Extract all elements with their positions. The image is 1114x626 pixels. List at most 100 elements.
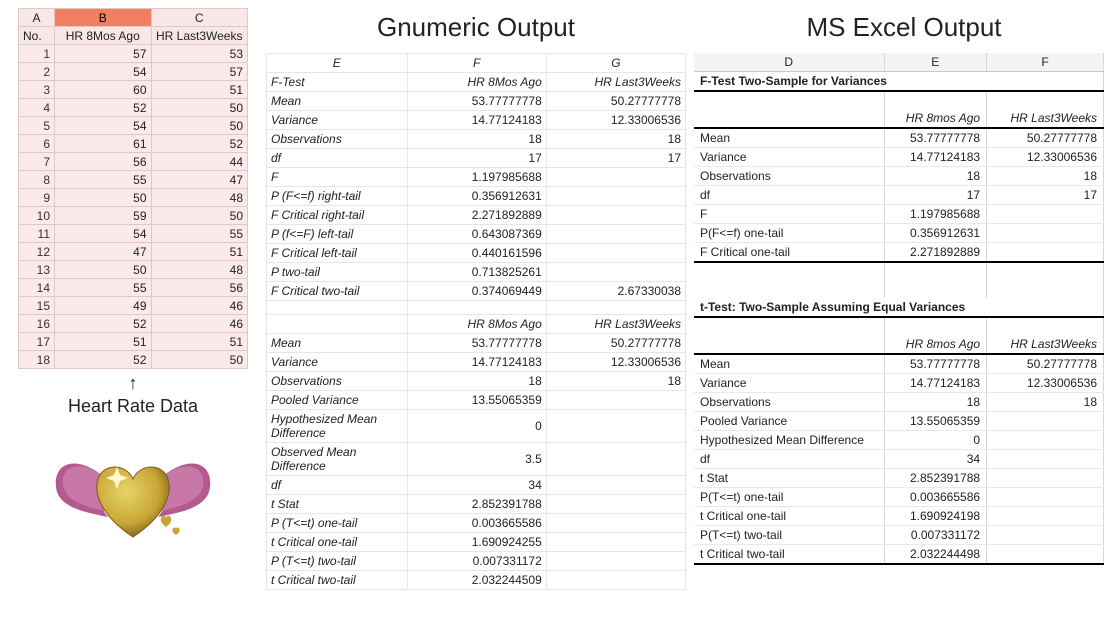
table-row: Variance14.7712418312.33006536 — [267, 353, 686, 372]
stat-value-2 — [987, 469, 1104, 488]
stat-value-1: 2.271892889 — [884, 243, 987, 263]
stat-value-1: 2.852391788 — [407, 495, 546, 514]
stat-value-2 — [987, 431, 1104, 450]
table-row: Pooled Variance13.55065359 — [694, 412, 1104, 431]
heart-with-wings-icon — [48, 427, 218, 550]
table-row: df34 — [694, 450, 1104, 469]
cell-hrlast3w: 48 — [151, 189, 248, 207]
table-row: Variance14.7712418312.33006536 — [267, 111, 686, 130]
cell-hr8mos: 61 — [55, 135, 152, 153]
table-row: 66152 — [19, 135, 248, 153]
cell-hrlast3w: 48 — [151, 261, 248, 279]
stat-value-1: 0.356912631 — [884, 224, 987, 243]
hdr-hr8mos: HR 8Mos Ago — [55, 27, 152, 45]
table-row: P(F<=f) one-tail0.356912631 — [694, 224, 1104, 243]
cell-hrlast3w: 50 — [151, 99, 248, 117]
cell-hr8mos: 57 — [55, 45, 152, 63]
stat-value-1: 0.713825261 — [407, 263, 546, 282]
table-row: t Critical one-tail1.690924255 — [267, 533, 686, 552]
cell-no: 4 — [19, 99, 55, 117]
cell-no: 15 — [19, 297, 55, 315]
stat-value-2: 50.27777778 — [987, 354, 1104, 374]
stat-value-2 — [987, 243, 1104, 263]
stat-value-2 — [546, 571, 685, 590]
cell-hr8mos: 54 — [55, 117, 152, 135]
stat-value-1: 1.197985688 — [407, 168, 546, 187]
table-row: 36051 — [19, 81, 248, 99]
stat-label: F Critical one-tail — [694, 243, 884, 263]
cell-no: 17 — [19, 333, 55, 351]
hdr-hrlast3w: HR Last3Weeks — [151, 27, 248, 45]
table-row: Observed Mean Difference3.5 — [267, 443, 686, 476]
col-letter-C: C — [151, 9, 248, 27]
stat-label: F Critical two-tail — [267, 282, 408, 301]
stat-label: Observations — [267, 372, 408, 391]
xl-col-letters: D E F — [694, 53, 1104, 72]
table-row: t Critical two-tail2.032244498 — [694, 545, 1104, 565]
table-row: Observations1818 — [694, 393, 1104, 412]
table-row: Hypothesized Mean Difference0 — [267, 410, 686, 443]
stat-value-2 — [546, 533, 685, 552]
table-row: Variance14.7712418312.33006536 — [694, 374, 1104, 393]
stat-label: Variance — [267, 353, 408, 372]
stat-label: Hypothesized Mean Difference — [267, 410, 408, 443]
table-row: 135048 — [19, 261, 248, 279]
cell-hr8mos: 50 — [55, 261, 152, 279]
stat-value-2: 17 — [987, 186, 1104, 205]
stat-value-1: 18 — [407, 372, 546, 391]
xl-ttest-title: t-Test: Two-Sample Assuming Equal Varian… — [694, 298, 1104, 317]
table-row: P (f<=F) left-tail0.643087369 — [267, 225, 686, 244]
table-row: t Stat2.852391788 — [694, 469, 1104, 488]
stat-value-2 — [546, 410, 685, 443]
stat-value-1: 18 — [884, 393, 987, 412]
cell-hr8mos: 56 — [55, 153, 152, 171]
cell-no: 7 — [19, 153, 55, 171]
stat-value-1: 0.356912631 — [407, 187, 546, 206]
table-row: Mean53.7777777850.27777778 — [267, 334, 686, 353]
stat-value-1: 17 — [884, 186, 987, 205]
stat-value-2: 12.33006536 — [987, 374, 1104, 393]
gnu-ttest-header: HR 8Mos Ago HR Last3Weeks — [267, 315, 686, 334]
gnu-ftest-header: F-Test HR 8Mos Ago HR Last3Weeks — [267, 73, 686, 92]
stat-value-2 — [546, 244, 685, 263]
cell-hrlast3w: 55 — [151, 225, 248, 243]
cell-hrlast3w: 51 — [151, 81, 248, 99]
stat-value-2: 50.27777778 — [546, 334, 685, 353]
cell-hr8mos: 51 — [55, 333, 152, 351]
table-row: Pooled Variance13.55065359 — [267, 391, 686, 410]
stat-label: t Stat — [267, 495, 408, 514]
stat-value-1: 0.007331172 — [884, 526, 987, 545]
cell-hr8mos: 49 — [55, 297, 152, 315]
xl-ttest-colhdr: HR 8mos Ago HR Last3Weeks — [694, 335, 1104, 354]
stat-value-1: 3.5 — [407, 443, 546, 476]
stat-label: F — [694, 205, 884, 224]
table-row: t Critical two-tail2.032244509 — [267, 571, 686, 590]
stat-value-1: 2.032244498 — [884, 545, 987, 565]
stat-label: P (F<=f) right-tail — [267, 187, 408, 206]
stat-value-1: 34 — [407, 476, 546, 495]
cell-no: 1 — [19, 45, 55, 63]
stat-value-2 — [987, 412, 1104, 431]
stat-value-1: 53.77777778 — [884, 128, 987, 148]
stat-label: Pooled Variance — [694, 412, 884, 431]
table-row: Observations1818 — [694, 167, 1104, 186]
stat-value-1: 0 — [884, 431, 987, 450]
cell-no: 8 — [19, 171, 55, 189]
stat-label: P (f<=F) left-tail — [267, 225, 408, 244]
table-row: P (F<=f) right-tail0.356912631 — [267, 187, 686, 206]
stat-value-2 — [987, 507, 1104, 526]
stat-value-2 — [546, 495, 685, 514]
cell-no: 3 — [19, 81, 55, 99]
cell-hrlast3w: 51 — [151, 333, 248, 351]
stat-value-1: 1.197985688 — [884, 205, 987, 224]
table-row: 25457 — [19, 63, 248, 81]
xl-col-F: F — [987, 53, 1104, 72]
stat-value-2: 18 — [987, 393, 1104, 412]
stat-value-2: 18 — [546, 130, 685, 149]
gnu-col-G: G — [546, 54, 685, 73]
table-row: P(T<=t) one-tail0.003665586 — [694, 488, 1104, 507]
table-row: P(T<=t) two-tail0.007331172 — [694, 526, 1104, 545]
cell-hrlast3w: 47 — [151, 171, 248, 189]
stat-value-2: 50.27777778 — [987, 128, 1104, 148]
table-row: 85547 — [19, 171, 248, 189]
